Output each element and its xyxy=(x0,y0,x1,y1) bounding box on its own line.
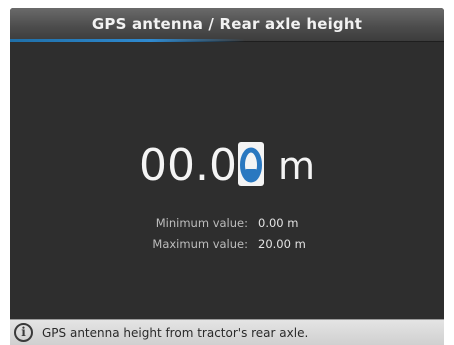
info-bar: i GPS antenna height from tractor's rear… xyxy=(10,319,444,345)
terminal-display: GPS antenna / Rear axle height 00.0 m Mi… xyxy=(10,8,444,345)
minimum-label: Minimum value: xyxy=(155,216,248,230)
screen: GPS antenna / Rear axle height 00.0 m Mi… xyxy=(0,0,454,345)
cursor-digit-glyph xyxy=(239,147,262,183)
maximum-label: Maximum value: xyxy=(152,237,248,251)
minimum-value: 0.00 m xyxy=(258,216,299,230)
info-text: GPS antenna height from tractor's rear a… xyxy=(42,326,309,340)
value-limits: Minimum value: 0.00 m Maximum value: 20.00… xyxy=(10,213,444,255)
height-value-input[interactable]: 00.0 m xyxy=(10,136,444,196)
page-title: GPS antenna / Rear axle height xyxy=(91,15,363,33)
info-icon: i xyxy=(14,323,33,342)
title-bar: GPS antenna / Rear axle height xyxy=(10,8,444,42)
value-digits: 00.0 xyxy=(139,140,237,191)
active-digit-cursor[interactable] xyxy=(237,142,264,186)
maximum-value: 20.00 m xyxy=(258,237,306,251)
minimum-row: Minimum value: 0.00 m xyxy=(10,213,444,234)
maximum-row: Maximum value: 20.00 m xyxy=(10,234,444,255)
value-unit: m xyxy=(277,144,315,188)
title-accent-bar xyxy=(10,39,245,42)
